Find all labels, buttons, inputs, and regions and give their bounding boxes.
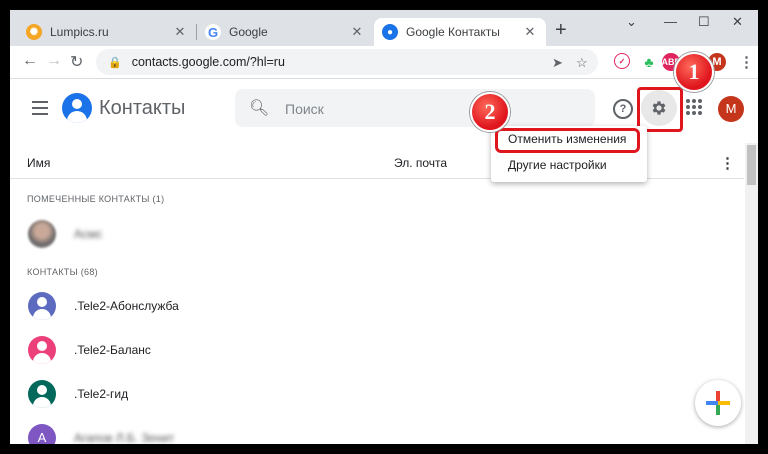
contacts-logo-icon [62,93,92,123]
address-bar[interactable]: 🔒 contacts.google.com/?hl=ru [96,49,598,75]
search-box: 🔍︎ [235,89,595,127]
help-icon[interactable]: ? [613,99,633,119]
tab-lumpics[interactable]: ✺ Lumpics.ru ✕ [18,18,196,46]
contact-name: .Tele2-Абонслужба [74,299,179,313]
add-contact-button[interactable] [695,380,741,426]
list-item[interactable]: .Tele2-Баланс [10,330,744,370]
hamburger-menu-icon[interactable] [32,101,48,119]
column-email-header[interactable]: Эл. почта [394,156,447,170]
evernote-icon[interactable]: ♣ [640,53,658,71]
highlight-box-menu-item [495,128,640,153]
scrollbar[interactable] [745,143,758,444]
lumpics-favicon-icon: ✺ [26,24,42,40]
close-icon[interactable]: ✕ [522,24,538,40]
lock-icon: 🔒 [108,56,122,69]
browser-menu-icon[interactable]: ⋮ [739,53,754,71]
new-tab-icon[interactable]: + [555,20,567,40]
tab-title: Google Контакты [406,25,500,39]
star-icon[interactable]: ☆ [576,55,588,71]
reload-icon[interactable]: ↻ [70,52,83,72]
contact-name: Агапов Л.Б. Зенит [74,431,175,444]
scrollbar-thumb[interactable] [747,145,756,185]
contact-avatar-icon [28,380,56,408]
url-text[interactable]: contacts.google.com/?hl=ru [132,55,285,69]
tab-strip: ✺ Lumpics.ru ✕ G Google ✕ ● Google Конта… [10,10,758,46]
close-icon[interactable]: ✕ [349,24,365,40]
tab-title: Lumpics.ru [50,25,109,39]
contacts-favicon-icon: ● [382,24,398,40]
list-item[interactable]: .Tele2-Абонслужба [10,286,744,326]
step-badge-1: 1 [674,52,714,92]
contact-avatar-icon [28,292,56,320]
browser-window: ✺ Lumpics.ru ✕ G Google ✕ ● Google Конта… [10,10,758,444]
menu-item-more-settings[interactable]: Другие настройки [508,158,607,172]
page-title: Контакты [99,97,186,119]
google-favicon-icon: G [205,24,221,40]
search-icon[interactable]: 🔍︎ [249,98,269,118]
minimize-icon[interactable]: — [664,14,677,29]
tab-title: Google [229,25,268,39]
contact-name: .Tele2-гид [74,387,129,401]
step-badge-2: 2 [470,92,510,132]
back-arrow-icon[interactable]: ← [22,52,38,70]
browser-toolbar: ← → ↻ 🔒 contacts.google.com/?hl=ru ➤ ☆ ✓… [10,46,758,79]
contact-photo [28,220,56,248]
more-options-icon[interactable]: ⋮ [720,154,735,172]
tab-google[interactable]: G Google ✕ [197,18,373,46]
chevron-down-icon[interactable]: ⌄ [626,14,637,30]
contact-name: Асмс [74,227,103,241]
search-input[interactable] [283,98,577,120]
list-item[interactable]: Асмс [10,214,744,254]
column-name-header[interactable]: Имя [27,156,50,170]
list-item[interactable]: А Агапов Л.Б. Зенит [10,418,744,444]
tab-google-contacts[interactable]: ● Google Контакты ✕ [374,18,546,46]
window-close-icon[interactable]: ✕ [732,14,743,30]
close-icon[interactable]: ✕ [172,24,188,40]
pocket-icon[interactable]: ✓ [614,53,630,69]
contact-initial-avatar: А [28,424,56,444]
apps-grid-icon[interactable] [686,99,702,115]
list-item[interactable]: .Tele2-гид [10,374,744,414]
forward-arrow-icon[interactable]: → [46,52,62,70]
contact-avatar-icon [28,336,56,364]
contact-name: .Tele2-Баланс [74,343,151,357]
maximize-icon[interactable]: ☐ [698,14,710,30]
starred-section-label: ПОМЕЧЕННЫЕ КОНТАКТЫ (1) [27,194,165,204]
contacts-section-label: КОНТАКТЫ (68) [27,267,98,277]
screenshot-frame: ✺ Lumpics.ru ✕ G Google ✕ ● Google Конта… [0,0,768,454]
account-avatar[interactable]: M [718,96,744,122]
send-icon[interactable]: ➤ [552,55,563,71]
